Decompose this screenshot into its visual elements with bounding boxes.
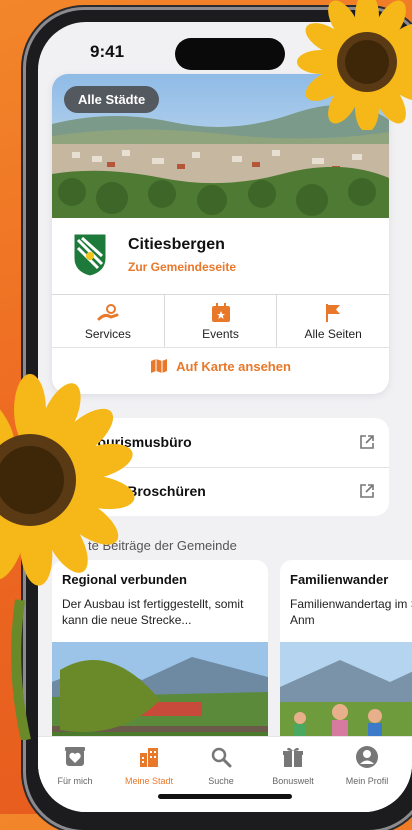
heart-box-icon — [65, 747, 85, 766]
tab-bar: Für mich Meine Stadt Suche Bonuswelt Mei… — [38, 736, 412, 812]
tile-all-pages[interactable]: Alle Seiten — [276, 295, 389, 347]
all-cities-button[interactable]: Alle Städte — [64, 86, 160, 113]
map-link[interactable]: Auf Karte ansehen — [52, 354, 389, 384]
home-indicator — [158, 794, 292, 799]
news-card[interactable]: Familienwander Familienwandertag im Sept… — [280, 560, 412, 760]
section-title: te Beiträge der Gemeinde — [88, 538, 237, 553]
link-tourism-label: Tourismusbüro — [90, 434, 192, 450]
news-card[interactable]: Regional verbunden Der Ausbau ist fertig… — [52, 560, 268, 760]
links-list: Tourismusbüro o-Broschüren — [52, 418, 389, 516]
city-card: Alle Städte Citiesbergen Zur Gemeindesei… — [52, 74, 389, 394]
tile-events-label: Events — [202, 327, 239, 341]
external-link-icon — [360, 435, 374, 449]
map-link-label: Auf Karte ansehen — [176, 358, 291, 374]
city-hero-image: Alle Städte — [52, 74, 389, 218]
app-view: 9:41 Alle Städte Citiesbergen Zur Gemein… — [38, 22, 412, 812]
news-title: Regional verbunden — [62, 572, 187, 587]
calendar-icon — [211, 303, 230, 322]
dynamic-island — [175, 38, 285, 70]
news-desc: Der Ausbau ist fertiggestellt, somit kan… — [62, 597, 244, 627]
map-icon — [151, 359, 168, 373]
tab-for-me[interactable]: Für mich — [42, 745, 108, 786]
gift-icon — [283, 747, 303, 767]
tab-bonus-label: Bonuswelt — [272, 776, 314, 786]
external-link-icon — [360, 484, 374, 498]
tab-search-label: Suche — [208, 776, 234, 786]
city-name: Citiesbergen — [128, 236, 225, 253]
news-title: Familienwander — [290, 572, 389, 587]
flag-icon — [326, 304, 341, 322]
tile-events[interactable]: Events — [163, 295, 277, 347]
link-brochures[interactable]: o-Broschüren — [52, 467, 389, 516]
tab-search[interactable]: Suche — [188, 745, 254, 786]
status-time: 9:41 — [90, 42, 125, 61]
news-desc: Familienwandertag im September! Anm — [290, 597, 412, 627]
city-page-link[interactable]: Zur Gemeindeseite — [128, 260, 236, 274]
city-crest-icon — [73, 233, 107, 277]
tab-my-city[interactable]: Meine Stadt — [116, 745, 182, 786]
tab-profile-label: Mein Profil — [345, 776, 389, 786]
tile-services-label: Services — [84, 327, 131, 341]
link-brochures-label: o-Broschüren — [114, 483, 206, 499]
search-icon — [211, 747, 232, 768]
link-tourism[interactable]: Tourismusbüro — [52, 418, 389, 468]
tile-services[interactable]: Services — [52, 295, 164, 347]
gear-hands-icon — [97, 304, 119, 321]
tab-my-city-label: Meine Stadt — [124, 776, 174, 786]
tab-profile[interactable]: Mein Profil — [334, 745, 400, 786]
city-icon — [140, 748, 158, 767]
tab-bonus[interactable]: Bonuswelt — [260, 745, 326, 786]
tile-all-pages-label: Alle Seiten — [304, 327, 362, 341]
city-info: Citiesbergen Zur Gemeindeseite — [52, 218, 389, 294]
city-tiles: Services Events Alle Seiten — [52, 294, 389, 348]
tab-for-me-label: Für mich — [57, 776, 93, 786]
profile-icon — [356, 746, 378, 768]
